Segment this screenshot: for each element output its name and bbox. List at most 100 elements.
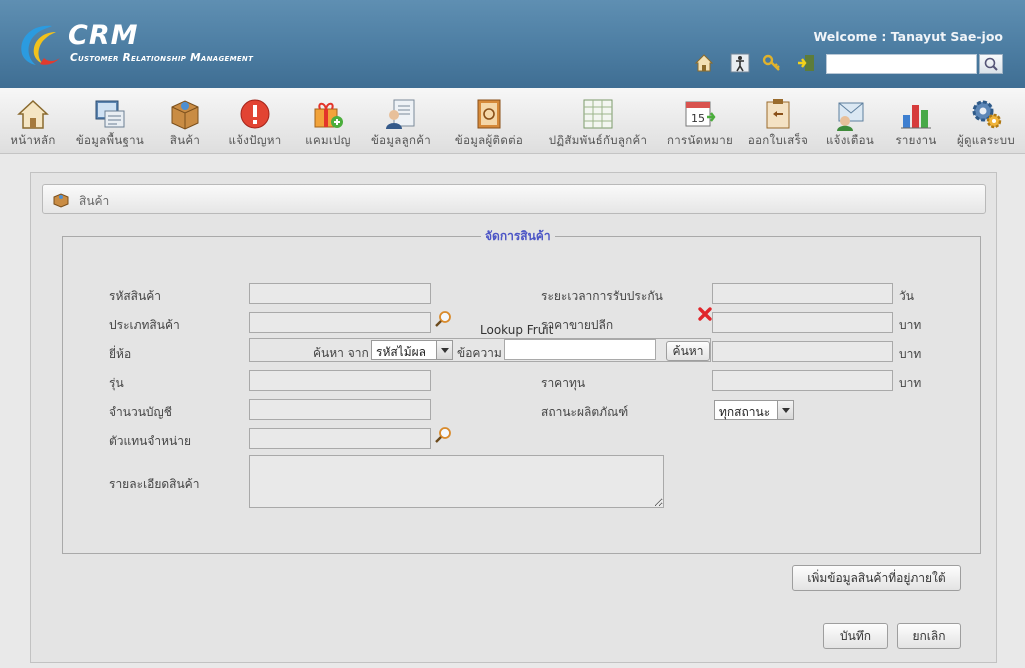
menu-item-campaign[interactable]: แคมเปญ bbox=[300, 88, 356, 154]
menu-label: แจ้งปัญหา bbox=[228, 133, 282, 147]
lookup-fruit-popup: Lookup Fruit ค้นหา จาก รหัสไม้ผล ข้อความ… bbox=[249, 323, 711, 362]
menu-label: ข้อมูลพื้นฐาน bbox=[75, 133, 145, 147]
receipt-icon bbox=[766, 99, 790, 129]
alert-icon bbox=[240, 99, 270, 129]
menu-label: ผู้ดูแลระบบ bbox=[956, 133, 1016, 147]
menu-item-admin[interactable]: ผู้ดูแลระบบ bbox=[950, 88, 1022, 154]
menu-label: ข้อมูลผู้ติดต่อ bbox=[454, 133, 524, 147]
menu-item-interaction[interactable]: ปฏิสัมพันธ์กับลูกค้า bbox=[540, 88, 656, 154]
logout-icon[interactable] bbox=[796, 53, 816, 73]
user-icon[interactable] bbox=[730, 53, 750, 73]
menu-label: หน้าหลัก bbox=[10, 133, 56, 147]
main-menu-bar: หน้าหลัก ข้อมูลพื้นฐาน สินค้า แจ้งปัญหา bbox=[0, 88, 1025, 154]
product-code-label: รหัสสินค้า bbox=[109, 289, 161, 303]
menu-item-notification[interactable]: แจ้งเตือน bbox=[818, 88, 882, 154]
menu-label: ออกใบเสร็จ bbox=[747, 133, 809, 147]
product-form-panel: สินค้า จัดการสินค้า รหัสสินค้า ประเภทสิน… bbox=[30, 172, 997, 663]
interaction-grid-icon bbox=[583, 99, 613, 129]
menu-label: การนัดหมาย bbox=[667, 133, 733, 147]
chevron-down-icon bbox=[777, 401, 793, 419]
lookup-search-by-select[interactable]: รหัสไม้ผล bbox=[371, 340, 453, 360]
chevron-down-icon bbox=[436, 341, 452, 359]
lookup-text-label: ข้อความ bbox=[457, 346, 502, 360]
product-type-input[interactable] bbox=[249, 312, 431, 333]
menu-item-receipt[interactable]: ออกใบเสร็จ bbox=[742, 88, 814, 154]
product-status-select[interactable]: ทุกสถานะ bbox=[714, 400, 794, 420]
panel-titlebar: สินค้า bbox=[42, 184, 986, 214]
cost-price-label: ราคาทุน bbox=[541, 376, 586, 390]
description-label: รายละเอียดสินค้า bbox=[109, 477, 200, 491]
menu-item-customer[interactable]: ข้อมูลลูกค้า bbox=[364, 88, 438, 154]
distributor-lookup-icon[interactable] bbox=[434, 426, 452, 444]
app-subtitle: Customer Relationship Management bbox=[70, 52, 254, 64]
menu-item-home[interactable]: หน้าหลัก bbox=[5, 88, 61, 154]
menu-item-report[interactable]: รายงาน bbox=[888, 88, 944, 154]
close-icon[interactable] bbox=[697, 306, 713, 322]
address-book-icon bbox=[477, 99, 501, 129]
menu-item-product[interactable]: สินค้า bbox=[158, 88, 212, 154]
cost-price-unit: บาท bbox=[899, 376, 922, 390]
product-box-icon bbox=[53, 193, 69, 208]
product-code-input[interactable] bbox=[249, 283, 431, 304]
home-icon[interactable] bbox=[694, 53, 714, 73]
description-textarea[interactable] bbox=[249, 455, 664, 508]
notification-icon bbox=[837, 102, 864, 131]
menu-label: สินค้า bbox=[169, 133, 201, 147]
app-header: CRM Customer Relationship Management Wel… bbox=[0, 0, 1025, 88]
menu-label: แจ้งเตือน bbox=[825, 133, 875, 147]
lookup-search-button[interactable]: ค้นหา bbox=[666, 341, 710, 361]
lookup-title: Lookup Fruit bbox=[480, 323, 554, 337]
distributor-label: ตัวแทนจำหน่าย bbox=[109, 434, 192, 448]
menu-item-report-issue[interactable]: แจ้งปัญหา bbox=[222, 88, 288, 154]
menu-label: แคมเปญ bbox=[305, 133, 351, 147]
app-name: CRM bbox=[68, 20, 139, 51]
crm-logo-icon bbox=[21, 25, 60, 65]
welcome-text: Welcome : Tanayut Sae-joo bbox=[813, 29, 1003, 44]
gift-campaign-icon bbox=[314, 102, 343, 128]
basic-data-icon bbox=[95, 100, 125, 128]
search-from-label: ค้นหา จาก bbox=[313, 346, 369, 360]
menu-label: รายงาน bbox=[895, 133, 937, 147]
accounting-count-label: จำนวนบัญชี bbox=[109, 405, 172, 419]
calendar-icon: 15 bbox=[685, 101, 716, 127]
menu-label: ข้อมูลลูกค้า bbox=[371, 133, 431, 147]
customer-card-icon bbox=[386, 99, 415, 129]
product-status-value: ทุกสถานะ bbox=[719, 405, 771, 419]
brand-label: ยี่ห้อ bbox=[109, 347, 132, 361]
search-icon bbox=[984, 57, 998, 71]
lookup-text-input[interactable] bbox=[504, 339, 656, 360]
save-button[interactable]: บันทึก bbox=[823, 623, 888, 649]
key-icon[interactable] bbox=[762, 53, 782, 73]
menu-item-basic-data[interactable]: ข้อมูลพื้นฐาน bbox=[70, 88, 150, 154]
group-legend: จัดการสินค้า bbox=[485, 229, 551, 243]
product-type-label: ประเภทสินค้า bbox=[109, 318, 180, 332]
distributor-input[interactable] bbox=[249, 428, 431, 449]
admin-gear-icon bbox=[972, 100, 1002, 129]
price-input-3[interactable] bbox=[712, 341, 893, 362]
header-search-button[interactable] bbox=[979, 54, 1003, 74]
lookup-search-by-value: รหัสไม้ผล bbox=[376, 345, 427, 359]
retail-price-unit: บาท bbox=[899, 318, 922, 332]
menu-item-appointment[interactable]: 15 การนัดหมาย bbox=[664, 88, 736, 154]
price-unit-3: บาท bbox=[899, 347, 922, 361]
model-label: รุ่น bbox=[109, 376, 124, 390]
product-box-icon bbox=[171, 100, 199, 130]
model-input[interactable] bbox=[249, 370, 431, 391]
header-search-input[interactable] bbox=[826, 54, 977, 74]
product-type-lookup-icon[interactable] bbox=[434, 310, 452, 328]
bar-chart-icon bbox=[901, 105, 931, 129]
warranty-unit: วัน bbox=[899, 289, 914, 303]
menu-item-contact[interactable]: ข้อมูลผู้ติดต่อ bbox=[446, 88, 532, 154]
menu-label: ปฏิสัมพันธ์กับลูกค้า bbox=[548, 133, 648, 147]
retail-price-input[interactable] bbox=[712, 312, 893, 333]
cost-price-input[interactable] bbox=[712, 370, 893, 391]
page-title: สินค้า bbox=[79, 194, 110, 208]
warranty-input[interactable] bbox=[712, 283, 893, 304]
svg-text:15: 15 bbox=[691, 112, 705, 125]
warranty-label: ระยะเวลาการรับประกัน bbox=[541, 289, 663, 303]
cancel-button[interactable]: ยกเลิก bbox=[897, 623, 961, 649]
product-status-label: สถานะผลิตภัณฑ์ bbox=[541, 405, 629, 419]
accounting-count-input[interactable] bbox=[249, 399, 431, 420]
home-icon bbox=[17, 99, 49, 129]
add-subproduct-button[interactable]: เพิ่มข้อมูลสินค้าที่อยู่ภายใต้ bbox=[792, 565, 961, 591]
